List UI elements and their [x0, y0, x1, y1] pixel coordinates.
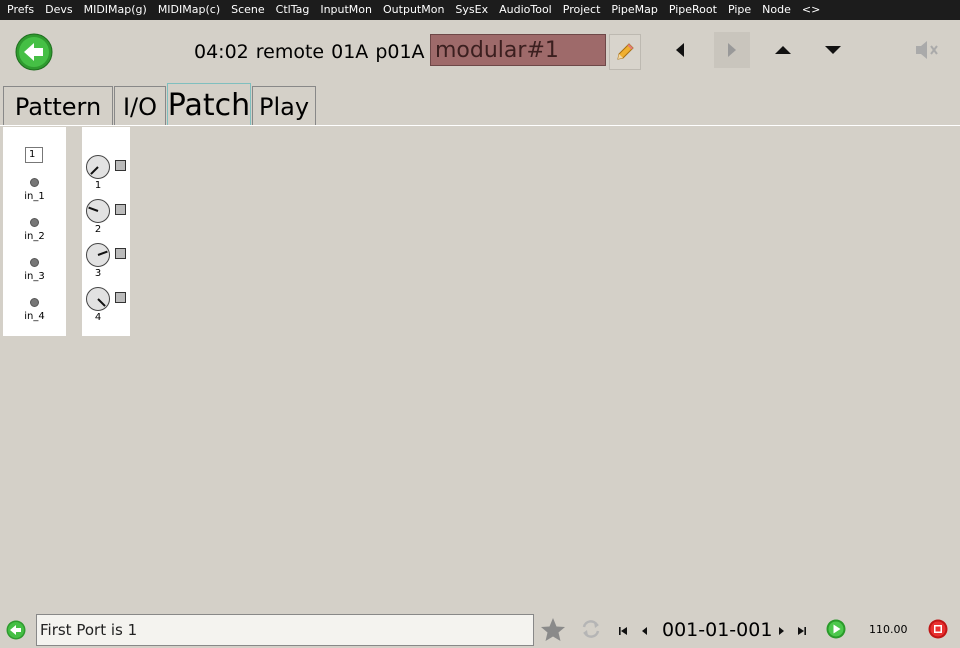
- port-label: in_2: [24, 231, 45, 242]
- skip-to-start-icon[interactable]: [618, 622, 628, 641]
- knob-label: 1: [94, 180, 102, 191]
- knob-dial[interactable]: [85, 198, 111, 224]
- step-back-icon[interactable]: [640, 622, 650, 641]
- next-triangle-icon[interactable]: [714, 32, 750, 68]
- back-arrow-small-icon[interactable]: [6, 620, 26, 640]
- menu-outputmon[interactable]: OutputMon: [376, 0, 444, 20]
- tab-io[interactable]: I/O: [114, 86, 166, 126]
- tab-play[interactable]: Play: [252, 86, 316, 126]
- port-label: in_3: [24, 271, 45, 282]
- inputs-panel: 1 in_1 in_2 in_3 in_4: [3, 127, 66, 336]
- bank-display: 01A: [331, 41, 369, 63]
- port-label: in_1: [24, 191, 45, 202]
- port-led-icon: [30, 178, 39, 187]
- back-arrow-icon[interactable]: [15, 33, 53, 71]
- menu-bar: Prefs Devs MIDIMap(g) MIDIMap(c) Scene C…: [0, 0, 960, 20]
- tempo-display[interactable]: 110.00: [869, 622, 908, 638]
- position-display: 001-01-001: [662, 619, 773, 641]
- stop-icon[interactable]: [928, 619, 948, 643]
- input-port-1[interactable]: in_1: [3, 178, 66, 202]
- knob-label: 4: [94, 312, 102, 323]
- tab-pattern[interactable]: Pattern: [3, 86, 113, 126]
- knob-toggle[interactable]: [115, 248, 126, 259]
- menu-pipemap[interactable]: PipeMap: [604, 0, 657, 20]
- knobs-panel: 1 2 3 4: [82, 127, 130, 336]
- knob-toggle[interactable]: [115, 160, 126, 171]
- play-icon[interactable]: [826, 619, 846, 643]
- loop-icon[interactable]: [580, 618, 602, 644]
- tab-divider: [0, 125, 960, 126]
- menu-devs[interactable]: Devs: [38, 0, 72, 20]
- menu-scene[interactable]: Scene: [224, 0, 265, 20]
- tab-patch[interactable]: Patch: [167, 83, 251, 126]
- down-triangle-icon[interactable]: [815, 32, 851, 68]
- port-led-icon: [30, 218, 39, 227]
- menu-node[interactable]: Node: [755, 0, 791, 20]
- knob-label: 3: [94, 268, 102, 279]
- port-led-icon: [30, 258, 39, 267]
- menu-pipe[interactable]: Pipe: [721, 0, 751, 20]
- menu-sysex[interactable]: SysEx: [448, 0, 488, 20]
- menu-audiotool[interactable]: AudioTool: [492, 0, 552, 20]
- menu-ctltag[interactable]: CtlTag: [269, 0, 310, 20]
- knob-dial[interactable]: [85, 286, 111, 312]
- input-port-3[interactable]: in_3: [3, 258, 66, 282]
- pencil-icon[interactable]: [609, 34, 641, 70]
- program-display: p01A :: [375, 41, 437, 63]
- patch-name-input[interactable]: [430, 34, 606, 66]
- skip-to-end-icon[interactable]: [797, 622, 807, 641]
- mute-speaker-icon[interactable]: [912, 34, 940, 70]
- knob-dial[interactable]: [85, 154, 111, 180]
- knob-row-2: 2: [82, 198, 130, 242]
- tab-bar: Pattern I/O Patch Play: [3, 82, 317, 126]
- knob-label: 2: [94, 224, 102, 235]
- menu-more[interactable]: <>: [795, 0, 820, 20]
- input-port-2[interactable]: in_2: [3, 218, 66, 242]
- knob-toggle[interactable]: [115, 292, 126, 303]
- step-forward-icon[interactable]: [776, 622, 786, 641]
- status-readout: 04:02 remote 01A p01A :: [194, 40, 444, 64]
- time-display: 04:02: [194, 41, 249, 63]
- first-port-field[interactable]: 1: [25, 147, 43, 163]
- prev-triangle-icon[interactable]: [662, 32, 698, 68]
- mode-display: remote: [255, 41, 325, 63]
- knob-toggle[interactable]: [115, 204, 126, 215]
- input-port-4[interactable]: in_4: [3, 298, 66, 322]
- knob-row-3: 3: [82, 242, 130, 286]
- port-label: in_4: [24, 311, 45, 322]
- star-icon[interactable]: [540, 617, 566, 647]
- knob-dial[interactable]: [85, 242, 111, 268]
- up-triangle-icon[interactable]: [765, 32, 801, 68]
- menu-prefs[interactable]: Prefs: [0, 0, 34, 20]
- port-led-icon: [30, 298, 39, 307]
- menu-piperoot[interactable]: PipeRoot: [662, 0, 717, 20]
- knob-row-4: 4: [82, 286, 130, 330]
- menu-midimap-c[interactable]: MIDIMap(c): [151, 0, 220, 20]
- message-input[interactable]: [36, 614, 534, 646]
- menu-inputmon[interactable]: InputMon: [313, 0, 372, 20]
- menu-project[interactable]: Project: [556, 0, 601, 20]
- menu-midimap-g[interactable]: MIDIMap(g): [77, 0, 147, 20]
- knob-row-1: 1: [82, 154, 130, 198]
